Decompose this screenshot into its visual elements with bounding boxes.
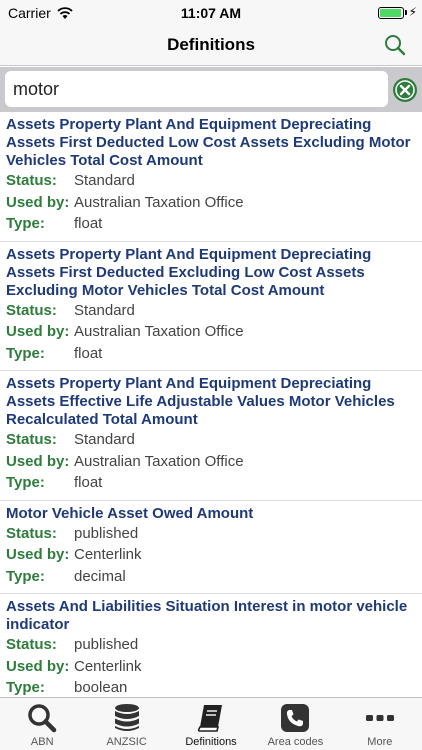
list-item[interactable]: Assets Property Plant And Equipment Depr…	[0, 371, 422, 501]
book-icon	[197, 705, 223, 732]
database-icon	[114, 704, 139, 731]
type-label: Type:	[6, 567, 45, 585]
definition-name: Motor Vehicle Asset Owed Amount	[6, 504, 254, 522]
definition-name: Assets Property Plant And Equipment Depr…	[6, 375, 395, 428]
definition-name: Assets Property Plant And Equipment Depr…	[6, 245, 372, 299]
type-value: float	[74, 215, 103, 232]
more-icon	[365, 715, 394, 721]
tab-label: Definitions	[185, 736, 237, 748]
type-value: float	[74, 474, 103, 491]
list-item[interactable]: Motor Vehicle Asset Owed Amount Status: p…	[0, 501, 422, 594]
list-item[interactable]: Assets Property Plant And Equipment Depr…	[0, 242, 422, 371]
navigation-bar: Definitions	[0, 26, 422, 66]
used-by-value: Australian Taxation Office	[74, 452, 244, 470]
page-title: Definitions	[167, 35, 255, 54]
list-item[interactable]: Assets Property Plant And Equipment Depr…	[0, 112, 422, 242]
type-label: Type:	[6, 215, 45, 232]
used-by-label: Used by:	[6, 193, 70, 211]
battery-icon	[378, 7, 404, 19]
search-bar	[0, 67, 422, 112]
type-value: float	[74, 344, 103, 362]
used-by-value: Centerlink	[74, 657, 142, 675]
clock: 11:07 AM	[180, 5, 242, 21]
type-value: boolean	[74, 679, 128, 696]
used-by-label: Used by:	[6, 452, 70, 470]
tab-label: ABN	[30, 736, 54, 748]
type-label: Type:	[6, 679, 45, 696]
status-label: Status:	[6, 524, 57, 542]
tab-more[interactable]: More	[338, 698, 422, 750]
tab-abn[interactable]: ABN	[0, 698, 84, 750]
status-label: Status:	[6, 431, 57, 448]
clear-search-icon[interactable]	[392, 77, 418, 103]
definition-name: Assets Property Plant And Equipment Depr…	[6, 116, 411, 169]
type-value: decimal	[74, 567, 126, 585]
status-label: Status:	[6, 636, 57, 653]
tab-label: Area codes	[267, 736, 324, 748]
tab-definitions[interactable]: Definitions	[169, 698, 253, 750]
status-value: Standard	[74, 431, 135, 448]
tab-anzsic[interactable]: ANZSIC	[84, 698, 168, 750]
status-value: Standard	[74, 172, 135, 189]
charging-icon: ⚡	[408, 5, 417, 19]
tab-bar: ABN ANZSIC Definitions Area codes More	[0, 697, 422, 750]
used-by-label: Used by:	[6, 546, 70, 563]
used-by-value: Centerlink	[74, 546, 142, 563]
definition-name: Assets And Liabilities Situation Interes…	[6, 598, 408, 633]
list-item[interactable]: Assets And Liabilities Situation Interes…	[0, 594, 422, 697]
status-label: Status:	[6, 301, 57, 319]
status-bar: Carrier 11:07 AM ⚡	[0, 0, 422, 26]
tab-label: ANZSIC	[106, 736, 147, 748]
search-icon[interactable]	[382, 32, 408, 58]
status-value: Standard	[74, 301, 135, 319]
search-input[interactable]	[5, 71, 388, 107]
phone-icon	[281, 704, 310, 732]
used-by-value: Australian Taxation Office	[74, 193, 244, 211]
status-value: published	[74, 636, 139, 653]
battery-tip	[405, 10, 407, 15]
tab-area-codes[interactable]: Area codes	[253, 698, 337, 750]
type-label: Type:	[6, 474, 45, 491]
status-label: Status:	[6, 172, 57, 189]
used-by-label: Used by:	[6, 657, 70, 675]
search-icon	[28, 704, 57, 733]
used-by-label: Used by:	[6, 323, 70, 340]
type-label: Type:	[6, 344, 45, 362]
tab-label: More	[367, 736, 393, 748]
used-by-value: Australian Taxation Office	[74, 323, 244, 340]
results-list: Assets Property Plant And Equipment Depr…	[0, 112, 422, 697]
status-value: published	[74, 524, 139, 542]
